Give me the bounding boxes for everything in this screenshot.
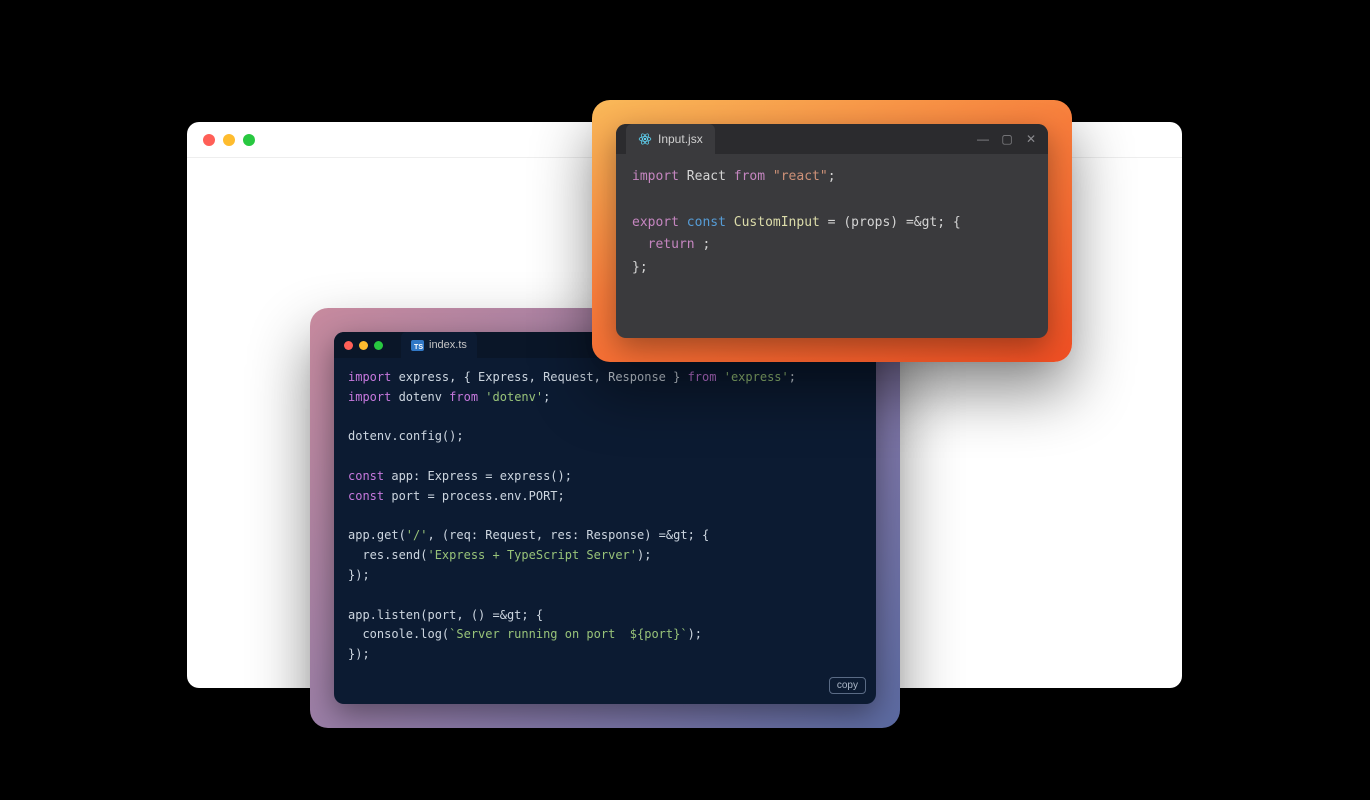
maximize-icon[interactable]: ▢ [1000, 132, 1014, 146]
react-icon [638, 132, 652, 146]
editor-tab[interactable]: TS index.ts [401, 332, 477, 358]
window-controls: — ▢ ✕ [976, 124, 1038, 154]
tab-filename: index.ts [429, 339, 467, 351]
maximize-icon[interactable] [374, 341, 383, 350]
code-content: import express, { Express, Request, Resp… [334, 358, 876, 704]
close-icon[interactable] [203, 134, 215, 146]
minimize-icon[interactable] [223, 134, 235, 146]
tab-filename: Input.jsx [658, 132, 703, 146]
typescript-icon: TS [411, 340, 424, 351]
code-content: import React from "react"; export const … [616, 154, 1048, 338]
code-snippet-card-purple: TS index.ts import express, { Express, R… [310, 308, 900, 728]
copy-button[interactable]: copy [829, 677, 866, 694]
maximize-icon[interactable] [243, 134, 255, 146]
close-icon[interactable]: ✕ [1024, 132, 1038, 146]
code-snippet-card-orange: Input.jsx — ▢ ✕ import React from "react… [592, 100, 1072, 362]
editor-tab[interactable]: Input.jsx [626, 124, 715, 154]
close-icon[interactable] [344, 341, 353, 350]
editor-titlebar: Input.jsx — ▢ ✕ [616, 124, 1048, 154]
editor-window: TS index.ts import express, { Express, R… [334, 332, 876, 704]
minimize-icon[interactable]: — [976, 132, 990, 146]
editor-window: Input.jsx — ▢ ✕ import React from "react… [616, 124, 1048, 338]
minimize-icon[interactable] [359, 341, 368, 350]
